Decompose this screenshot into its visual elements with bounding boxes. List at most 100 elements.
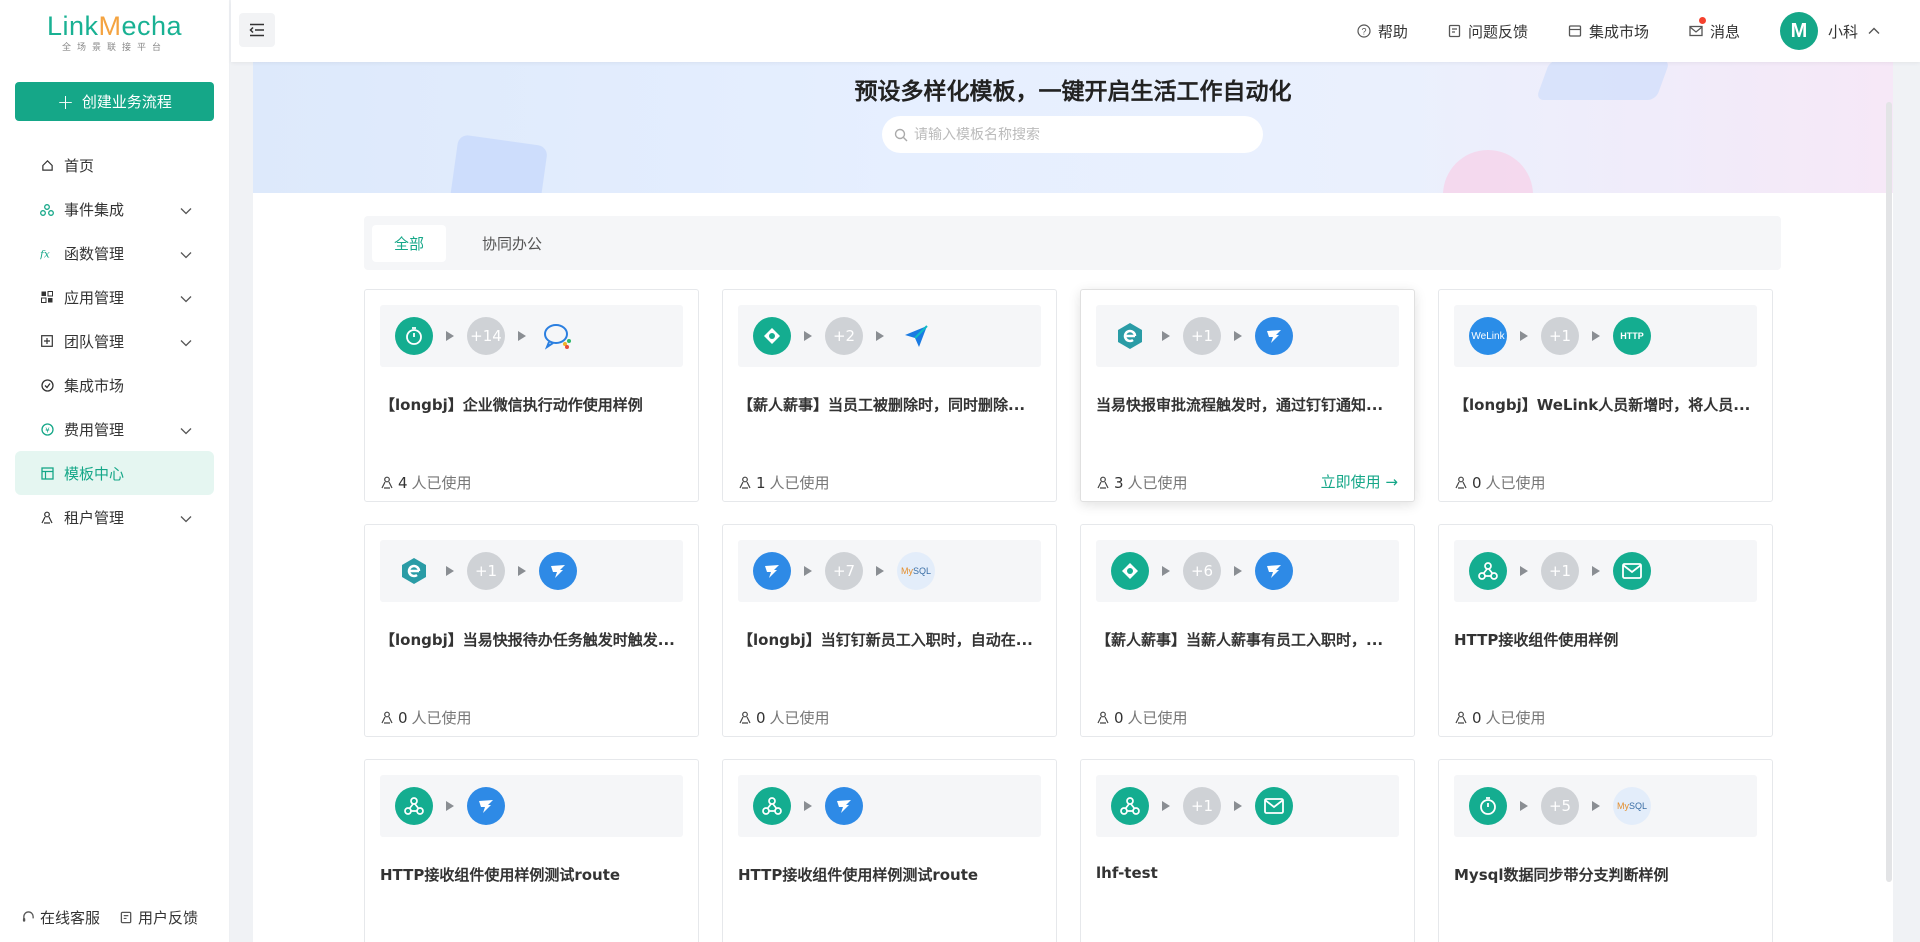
- usage-suffix: 人已使用: [769, 474, 830, 492]
- arrow-icon: [1592, 566, 1600, 576]
- usage-suffix: 人已使用: [411, 474, 472, 492]
- question-circle-icon: ?: [1357, 24, 1371, 38]
- search-icon: [894, 128, 908, 141]
- usage-count: 0 人已使用: [380, 707, 472, 728]
- dingtalk-icon: [825, 787, 863, 825]
- flow-preview: [380, 775, 683, 837]
- scrollbar[interactable]: [1886, 102, 1892, 882]
- sidebar: LinkMecha 全场景联接平台 + 创建业务流程 首页 事件集成 fx 函数管理应…: [0, 0, 230, 942]
- template-card[interactable]: +1 HTTP接收组件使用样例 0 人已使用: [1438, 524, 1773, 737]
- user-feedback-link[interactable]: 用户反馈: [120, 907, 198, 928]
- flow-preview: [738, 775, 1041, 837]
- svg-text:¥: ¥: [45, 426, 50, 434]
- arrow-icon: [518, 331, 526, 341]
- usage-number: 4: [398, 473, 408, 492]
- messages-link[interactable]: 消息: [1689, 16, 1740, 42]
- home-icon: [40, 158, 54, 172]
- flow-preview: +1: [1096, 775, 1399, 837]
- sidebar-item-home[interactable]: 首页: [15, 143, 214, 187]
- template-card[interactable]: +1 lhf-test: [1080, 759, 1415, 942]
- user-menu[interactable]: M 小科: [1779, 12, 1880, 50]
- sidebar-item-fee[interactable]: ¥ 费用管理: [15, 407, 214, 451]
- usage-number: 3: [1114, 473, 1124, 492]
- arrow-icon: [1234, 801, 1242, 811]
- usage-suffix: 人已使用: [1485, 709, 1546, 727]
- more-steps-badge: +1: [1541, 317, 1579, 355]
- sidebar-item-tenant[interactable]: 租户管理: [15, 495, 214, 539]
- search-input[interactable]: [914, 126, 1234, 143]
- chevron-down-icon: [180, 421, 194, 435]
- issue-feedback-link[interactable]: 问题反馈: [1448, 21, 1528, 42]
- template-card[interactable]: HTTP接收组件使用样例测试route: [364, 759, 699, 942]
- template-card[interactable]: HTTP接收组件使用样例测试route: [722, 759, 1057, 942]
- logo-text: LinkMecha: [46, 11, 183, 41]
- flow-preview: +5 My SQL: [1454, 775, 1757, 837]
- more-steps-badge: +5: [1541, 787, 1579, 825]
- flow-preview: +14: [380, 305, 683, 367]
- app-icon: [40, 290, 54, 304]
- usage-suffix: 人已使用: [1127, 474, 1188, 492]
- usage-count: 0 人已使用: [738, 707, 830, 728]
- sidebar-item-template[interactable]: 模板中心: [15, 451, 214, 495]
- mail-icon: [1255, 787, 1293, 825]
- sidebar-item-team[interactable]: 团队管理: [15, 319, 214, 363]
- create-flow-label: 创建业务流程: [81, 93, 172, 111]
- card-title: 【longbj】WeLink人员新增时，将人员...: [1454, 396, 1751, 414]
- market-link[interactable]: 集成市场: [1568, 21, 1649, 42]
- help-label: 帮助: [1377, 22, 1408, 41]
- arrow-icon: [446, 801, 454, 811]
- logo[interactable]: LinkMecha 全场景联接平台: [0, 0, 229, 60]
- template-search[interactable]: [882, 116, 1263, 153]
- users-icon: [381, 711, 393, 724]
- card-title: HTTP接收组件使用样例测试route: [380, 866, 621, 884]
- template-card[interactable]: +7 My SQL 【longbj】当钉钉新员工入职时，自动在... 0 人已使用: [722, 524, 1057, 737]
- template-card[interactable]: WeLink +1 HTTP 【longbj】WeLink人员新增时，将人员... 0 人…: [1438, 289, 1773, 502]
- sidebar-item-function[interactable]: fx 函数管理: [15, 231, 214, 275]
- template-card[interactable]: +2 【薪人薪事】当员工被删除时，同时删除... 1 人已使用: [722, 289, 1057, 502]
- template-card[interactable]: +14 【longbj】企业微信执行动作使用样例 4 人已使用: [364, 289, 699, 502]
- team-icon: [40, 334, 54, 348]
- mail-icon: [1613, 552, 1651, 590]
- arrow-icon: [1234, 566, 1242, 576]
- usage-count: 4 人已使用: [380, 472, 472, 493]
- arrow-icon: [1592, 331, 1600, 341]
- messages-label: 消息: [1709, 22, 1740, 41]
- collapse-sidebar-button[interactable]: [239, 13, 275, 47]
- sidebar-item-label: 模板中心: [64, 464, 125, 483]
- usage-number: 0: [1114, 708, 1124, 727]
- help-link[interactable]: ? 帮助: [1357, 21, 1408, 42]
- sidebar-menu: 首页 事件集成 fx 函数管理 应用管理 团队管理 集成市场 ¥ 费用管理模板中心租户管理: [15, 143, 214, 539]
- tab-0[interactable]: 全部: [372, 224, 447, 262]
- sidebar-bottom: 在线客服 用户反馈: [22, 907, 198, 928]
- online-service-link[interactable]: 在线客服: [22, 907, 100, 928]
- sidebar-item-event[interactable]: 事件集成: [15, 187, 214, 231]
- use-now-button[interactable]: 立即使用 →: [1321, 471, 1398, 492]
- xinren-icon: [753, 317, 791, 355]
- sidebar-item-market[interactable]: 集成市场: [15, 363, 214, 407]
- welink-icon: WeLink: [1469, 317, 1507, 355]
- more-steps-badge: +14: [467, 317, 505, 355]
- users-icon: [1455, 711, 1467, 724]
- sidebar-item-app[interactable]: 应用管理: [15, 275, 214, 319]
- flow-preview: +1: [380, 540, 683, 602]
- template-card[interactable]: +1 【longbj】当易快报待办任务触发时触发... 0 人已使用: [364, 524, 699, 737]
- usage-count: 0 人已使用: [1454, 707, 1546, 728]
- usage-number: 0: [1472, 708, 1482, 727]
- create-flow-button[interactable]: + 创建业务流程: [15, 82, 214, 121]
- unread-dot: [1698, 16, 1706, 24]
- headset-icon: [22, 911, 34, 922]
- arrow-icon: [804, 566, 812, 576]
- template-card[interactable]: +1 当易快报审批流程触发时，通过钉钉通知... 3 人已使用 立即使用 →: [1080, 289, 1415, 502]
- webhook-icon: [1469, 552, 1507, 590]
- market-label: 集成市场: [1588, 22, 1649, 41]
- sidebar-item-label: 费用管理: [64, 420, 125, 439]
- tab-1[interactable]: 协同办公: [460, 225, 564, 262]
- users-icon: [1455, 476, 1467, 489]
- template-card[interactable]: +6 【薪人薪事】当薪人薪事有员工入职时，... 0 人已使用: [1080, 524, 1415, 737]
- event-icon: [40, 202, 54, 216]
- arrow-icon: [446, 331, 454, 341]
- card-title: 【薪人薪事】当薪人薪事有员工入职时，...: [1096, 631, 1384, 649]
- card-title: 【longbj】当钉钉新员工入职时，自动在...: [738, 631, 1033, 649]
- dingtalk-icon: [539, 552, 577, 590]
- template-card[interactable]: +5 My SQL Mysql数据同步带分支判断样例: [1438, 759, 1773, 942]
